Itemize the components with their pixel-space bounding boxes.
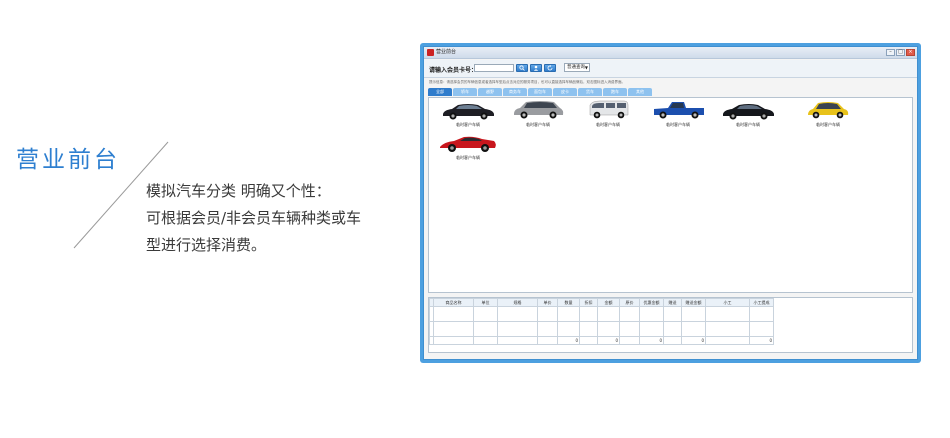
total-quantity: 0 (557, 336, 580, 345)
maximize-button[interactable]: □ (896, 49, 905, 56)
total-cell (579, 336, 598, 345)
car-label: 临时客户车辆 (456, 155, 480, 160)
tab-pickup[interactable]: 皮卡 (553, 88, 577, 96)
table-row[interactable] (429, 306, 774, 322)
sedan-car-icon (443, 104, 494, 120)
sedan-car-icon (723, 104, 774, 120)
tab-offroad[interactable]: 越野 (478, 88, 502, 96)
search-label: 请输入会员卡号： (429, 67, 478, 74)
column-header: 赠送 (663, 298, 682, 307)
total-cell (497, 336, 538, 345)
search-button[interactable] (516, 64, 528, 72)
chevron-down-icon: ▼ (584, 65, 588, 70)
column-header: 小工 (705, 298, 750, 307)
car-label: 临时客户车辆 (596, 122, 620, 127)
column-header: 商品名称 (433, 298, 474, 307)
order-table-panel: 商品名称 单位 规格 单价 数量 折扣 金额 原价 优惠金额 赠送 赠送金额 小… (428, 297, 913, 353)
search-toolbar: 请输入会员卡号： 普通查询 ▼ (424, 60, 917, 78)
app-icon (427, 49, 434, 56)
tab-all[interactable]: 全部 (428, 88, 452, 96)
total-cell (473, 336, 498, 345)
total-amount: 0 (597, 336, 620, 345)
car-item[interactable]: 临时客户车辆 (507, 99, 569, 129)
total-cell (433, 336, 474, 345)
sports-car-icon (440, 136, 496, 152)
tab-other[interactable]: 其他 (628, 88, 652, 96)
minivan-car-icon (514, 101, 564, 119)
van-car-icon (589, 100, 629, 119)
car-label: 临时客户车辆 (816, 122, 840, 127)
close-button[interactable]: × (906, 49, 915, 56)
total-cell (537, 336, 558, 345)
total-cell (705, 336, 750, 345)
tab-van[interactable]: 面包车 (528, 88, 552, 96)
query-mode-select[interactable]: 普通查询 ▼ (564, 63, 590, 72)
column-header: 金额 (597, 298, 620, 307)
search-icon (519, 65, 525, 71)
tab-sports[interactable]: 跑车 (603, 88, 627, 96)
refresh-button[interactable] (544, 64, 556, 72)
promo-description: 模拟汽车分类 明确又个性： 可根据会员/非会员车辆种类或车 型进行选择消费。 (146, 178, 396, 259)
column-header: 小工提成 (749, 298, 774, 307)
title-bar[interactable]: 营业前台 – □ × (424, 47, 917, 59)
car-category-tabs: 全部 轿车 越野 商务车 面包车 皮卡 货车 跑车 其他 (428, 88, 652, 96)
tab-mpv[interactable]: 商务车 (503, 88, 527, 96)
column-header: 单位 (473, 298, 498, 307)
table-header-row: 商品名称 单位 规格 单价 数量 折扣 金额 原价 优惠金额 赠送 赠送金额 小… (429, 298, 774, 307)
tab-sedan[interactable]: 轿车 (453, 88, 477, 96)
column-header: 原价 (619, 298, 640, 307)
car-item[interactable]: 临时客户车辆 (717, 101, 779, 131)
table-row[interactable] (429, 321, 774, 337)
column-header: 数量 (557, 298, 580, 307)
total-cell (619, 336, 640, 345)
car-label: 临时客户车辆 (526, 122, 550, 127)
column-header: 优惠金额 (639, 298, 664, 307)
promo-line-3: 型进行选择消费。 (146, 236, 267, 254)
promo-line-2: 可根据会员/非会员车辆种类或车 (146, 209, 362, 227)
total-gift-amount: 0 (681, 336, 706, 345)
car-item[interactable]: 临时客户车辆 (797, 99, 859, 129)
order-table: 商品名称 单位 规格 单价 数量 折扣 金额 原价 优惠金额 赠送 赠送金额 小… (429, 298, 774, 345)
total-commission: 0 (749, 336, 774, 345)
tab-truck[interactable]: 货车 (578, 88, 602, 96)
car-item[interactable]: 临时客户车辆 (437, 101, 499, 131)
column-header: 单价 (537, 298, 558, 307)
car-item[interactable]: 临时客户车辆 (437, 132, 499, 162)
column-header: 折扣 (579, 298, 598, 307)
refresh-icon (547, 65, 553, 71)
member-button[interactable] (530, 64, 542, 72)
window-title: 营业前台 (436, 49, 457, 55)
column-header: 赠送金额 (681, 298, 706, 307)
hatchback-car-icon (808, 102, 849, 119)
member-card-input[interactable] (474, 64, 514, 72)
total-cell (663, 336, 682, 345)
pickup-car-icon (654, 102, 704, 119)
window-body: 营业前台 – □ × 请输入会员卡号： 普通查询 ▼ 提示信息：请选择会员的车辆… (423, 46, 918, 360)
car-item[interactable]: 临时客户车辆 (577, 99, 639, 129)
hint-text: 提示信息：请选择会员的车辆信息或者选择车型后点击对应的服务项目，也可以直接选择车… (429, 80, 625, 84)
query-mode-value: 普通查询 (567, 65, 585, 70)
car-label: 临时客户车辆 (666, 122, 690, 127)
car-label: 临时客户车辆 (456, 122, 480, 127)
column-header: 规格 (497, 298, 538, 307)
car-grid: 临时客户车辆 临时客户车辆 临时客户车辆 临时客户车辆 临时客户车辆 临时客户车… (428, 97, 913, 293)
minimize-button[interactable]: – (886, 49, 895, 56)
total-discount: 0 (639, 336, 664, 345)
app-window: 营业前台 – □ × 请输入会员卡号： 普通查询 ▼ 提示信息：请选择会员的车辆… (420, 43, 921, 363)
table-total-row: 0 0 0 0 0 (429, 336, 774, 345)
promo-line-1: 模拟汽车分类 明确又个性： (146, 182, 331, 200)
window-controls: – □ × (886, 49, 915, 56)
user-icon (533, 65, 539, 71)
car-item[interactable]: 临时客户车辆 (647, 99, 709, 129)
car-label: 临时客户车辆 (736, 122, 760, 127)
